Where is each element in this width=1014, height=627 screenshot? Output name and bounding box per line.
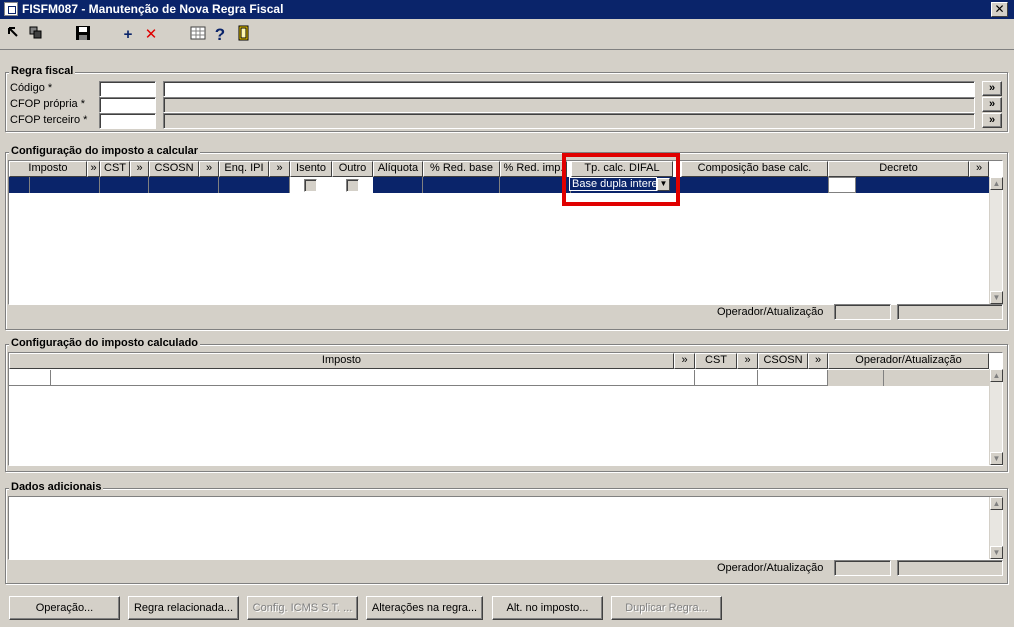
col-aliquota[interactable]: Alíquota xyxy=(373,161,423,177)
col-imposto-lookup[interactable]: » xyxy=(87,161,100,177)
checkbox-cells xyxy=(290,177,373,193)
col-isento[interactable]: Isento xyxy=(290,161,332,177)
add-icon[interactable]: + xyxy=(118,25,138,45)
imposto-calculado-cell[interactable] xyxy=(51,370,695,386)
config-calcular-legend: Configuração do imposto a calcular xyxy=(9,145,201,157)
scroll-up-icon[interactable]: ▲ xyxy=(990,497,1003,510)
dados-adicionais-scrollbar[interactable]: ▲ ▼ xyxy=(989,497,1003,559)
col-cst-lookup[interactable]: » xyxy=(130,161,149,177)
tax-calc-grid: Imposto » CST » CSOSN » Enq. IPI » Isent… xyxy=(8,160,1003,305)
operacao-button[interactable]: Operação... xyxy=(9,596,120,620)
row-indicator-cell xyxy=(9,370,51,386)
cfop-terceiro-description-field xyxy=(163,113,975,129)
alt-imposto-button[interactable]: Alt. no imposto... xyxy=(492,596,603,620)
red-base-cell[interactable] xyxy=(423,177,500,193)
operador-atualizacao-label: Operador/Atualização xyxy=(717,562,824,574)
isento-checkbox[interactable] xyxy=(304,179,317,192)
row-indicator-cell xyxy=(9,177,30,193)
config-calculado-legend: Configuração do imposto calculado xyxy=(9,337,201,349)
regra-fiscal-legend: Regra fiscal xyxy=(9,65,76,77)
col-enq-ipi[interactable]: Enq. IPI xyxy=(219,161,269,177)
cfop-terceiro-label: CFOP terceiro * xyxy=(10,114,88,126)
tax-calculated-scrollbar[interactable]: ▲ ▼ xyxy=(989,369,1003,465)
cst-calculado-cell[interactable] xyxy=(695,370,758,386)
red-imp-cell[interactable] xyxy=(500,177,571,193)
scroll-down-icon[interactable]: ▼ xyxy=(990,291,1003,304)
help-icon[interactable]: ? xyxy=(210,25,230,45)
scroll-up-icon[interactable]: ▲ xyxy=(990,177,1003,190)
codigo-label: Código * xyxy=(10,82,53,94)
tp-calc-difal-combo[interactable]: Base dupla intere xyxy=(569,177,657,191)
first-icon[interactable] xyxy=(4,25,24,45)
chevron-down-icon[interactable]: ▼ xyxy=(657,178,670,191)
col-csosn-calculado-lookup[interactable]: » xyxy=(808,353,828,369)
grid-icon[interactable] xyxy=(188,25,208,45)
config-icms-st-button[interactable]: Config. ICMS S.T. ... xyxy=(247,596,358,620)
scroll-up-icon[interactable]: ▲ xyxy=(990,369,1003,382)
codigo-description-field[interactable] xyxy=(163,81,975,97)
outro-checkbox[interactable] xyxy=(346,179,359,192)
copy-icon[interactable] xyxy=(26,25,46,45)
scroll-down-icon[interactable]: ▼ xyxy=(990,452,1003,465)
table-row[interactable] xyxy=(9,370,989,386)
tax-calc-scrollbar[interactable]: ▲ ▼ xyxy=(989,177,1003,304)
col-csosn-lookup[interactable]: » xyxy=(199,161,219,177)
regra-relacionada-button[interactable]: Regra relacionada... xyxy=(128,596,239,620)
cst-cell[interactable] xyxy=(100,177,149,193)
col-red-base[interactable]: % Red. base xyxy=(423,161,500,177)
delete-icon[interactable]: ✕ xyxy=(141,25,161,45)
alteracoes-regra-button[interactable]: Alterações na regra... xyxy=(366,596,483,620)
operador-calculado-cell xyxy=(828,370,884,386)
aliquota-cell[interactable] xyxy=(373,177,423,193)
atualizacao-calculado-cell xyxy=(884,370,989,386)
exit-icon[interactable] xyxy=(234,25,254,45)
col-cst-calculado-lookup[interactable]: » xyxy=(737,353,758,369)
operador-field xyxy=(834,304,891,320)
col-imposto[interactable]: Imposto xyxy=(9,161,87,177)
cfop-propria-description-field xyxy=(163,97,975,113)
col-csosn[interactable]: CSOSN xyxy=(149,161,199,177)
codigo-input[interactable] xyxy=(99,81,156,97)
operador-field xyxy=(834,560,891,576)
col-red-imp[interactable]: % Red. imp. xyxy=(500,161,567,177)
close-button[interactable]: ✕ xyxy=(991,2,1008,17)
col-cst[interactable]: CST xyxy=(100,161,130,177)
table-row[interactable] xyxy=(9,177,989,193)
col-imposto-calculado-lookup[interactable]: » xyxy=(674,353,695,369)
cfop-propria-input[interactable] xyxy=(99,97,156,113)
dados-adicionais-textarea[interactable]: ▲ ▼ xyxy=(8,496,1003,560)
atualizacao-field xyxy=(897,560,1003,576)
cfop-propria-label: CFOP própria * xyxy=(10,98,85,110)
col-csosn-calculado[interactable]: CSOSN xyxy=(758,353,808,369)
toolbar: + ✕ ? xyxy=(0,22,1014,50)
title-bar: FISFM087 - Manutenção de Nova Regra Fisc… xyxy=(0,0,1014,19)
window-title: FISFM087 - Manutenção de Nova Regra Fisc… xyxy=(22,2,284,16)
imposto-cell[interactable] xyxy=(30,177,100,193)
cfop-terceiro-lookup-button[interactable]: » xyxy=(982,113,1002,128)
col-cst-calculado[interactable]: CST xyxy=(695,353,737,369)
decreto-code-cell[interactable] xyxy=(828,177,856,193)
cfop-terceiro-input[interactable] xyxy=(99,113,156,129)
duplicar-regra-button[interactable]: Duplicar Regra... xyxy=(611,596,722,620)
scroll-down-icon[interactable]: ▼ xyxy=(990,546,1003,559)
cfop-propria-lookup-button[interactable]: » xyxy=(982,97,1002,112)
col-outro[interactable]: Outro xyxy=(332,161,373,177)
csosn-cell[interactable] xyxy=(149,177,219,193)
col-enq-ipi-lookup[interactable]: » xyxy=(269,161,290,177)
dados-adicionais-legend: Dados adicionais xyxy=(9,481,104,493)
enq-ipi-cell[interactable] xyxy=(219,177,290,193)
app-icon xyxy=(4,2,18,16)
col-composicao-base-calc[interactable]: Composição base calc. xyxy=(681,161,828,177)
save-icon[interactable] xyxy=(73,25,93,45)
atualizacao-field xyxy=(897,304,1003,320)
operador-atualizacao-label: Operador/Atualização xyxy=(717,306,824,318)
csosn-calculado-cell[interactable] xyxy=(758,370,828,386)
col-operador-atualizacao[interactable]: Operador/Atualização xyxy=(828,353,989,369)
col-decreto-lookup[interactable]: » xyxy=(969,161,989,177)
codigo-lookup-button[interactable]: » xyxy=(982,81,1002,96)
col-decreto[interactable]: Decreto xyxy=(828,161,969,177)
col-imposto-calculado[interactable]: Imposto xyxy=(9,353,674,369)
tax-calculated-grid: Imposto » CST » CSOSN » Operador/Atualiz… xyxy=(8,352,1003,466)
